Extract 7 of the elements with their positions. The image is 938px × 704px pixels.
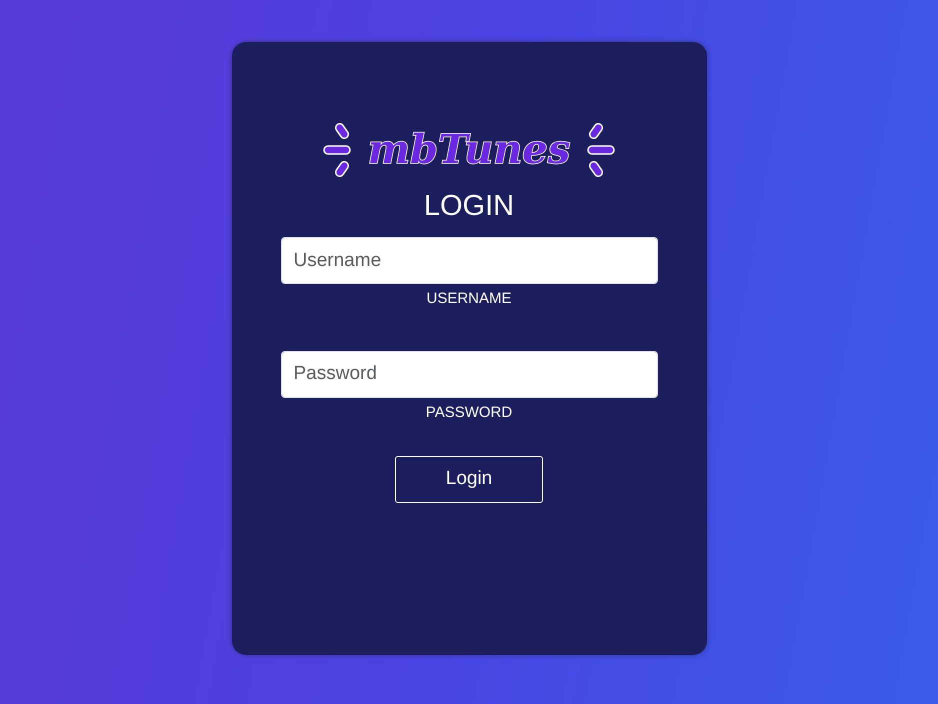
login-heading: LOGIN [424, 192, 514, 221]
logo-text: mbTunes [368, 130, 570, 170]
field-label: USERNAME [426, 289, 512, 309]
field-label: PASSWORD [426, 402, 512, 422]
login-button[interactable]: Login [395, 456, 543, 503]
input-field[interactable]: Password [280, 350, 658, 398]
input-field[interactable]: Username [280, 237, 658, 284]
